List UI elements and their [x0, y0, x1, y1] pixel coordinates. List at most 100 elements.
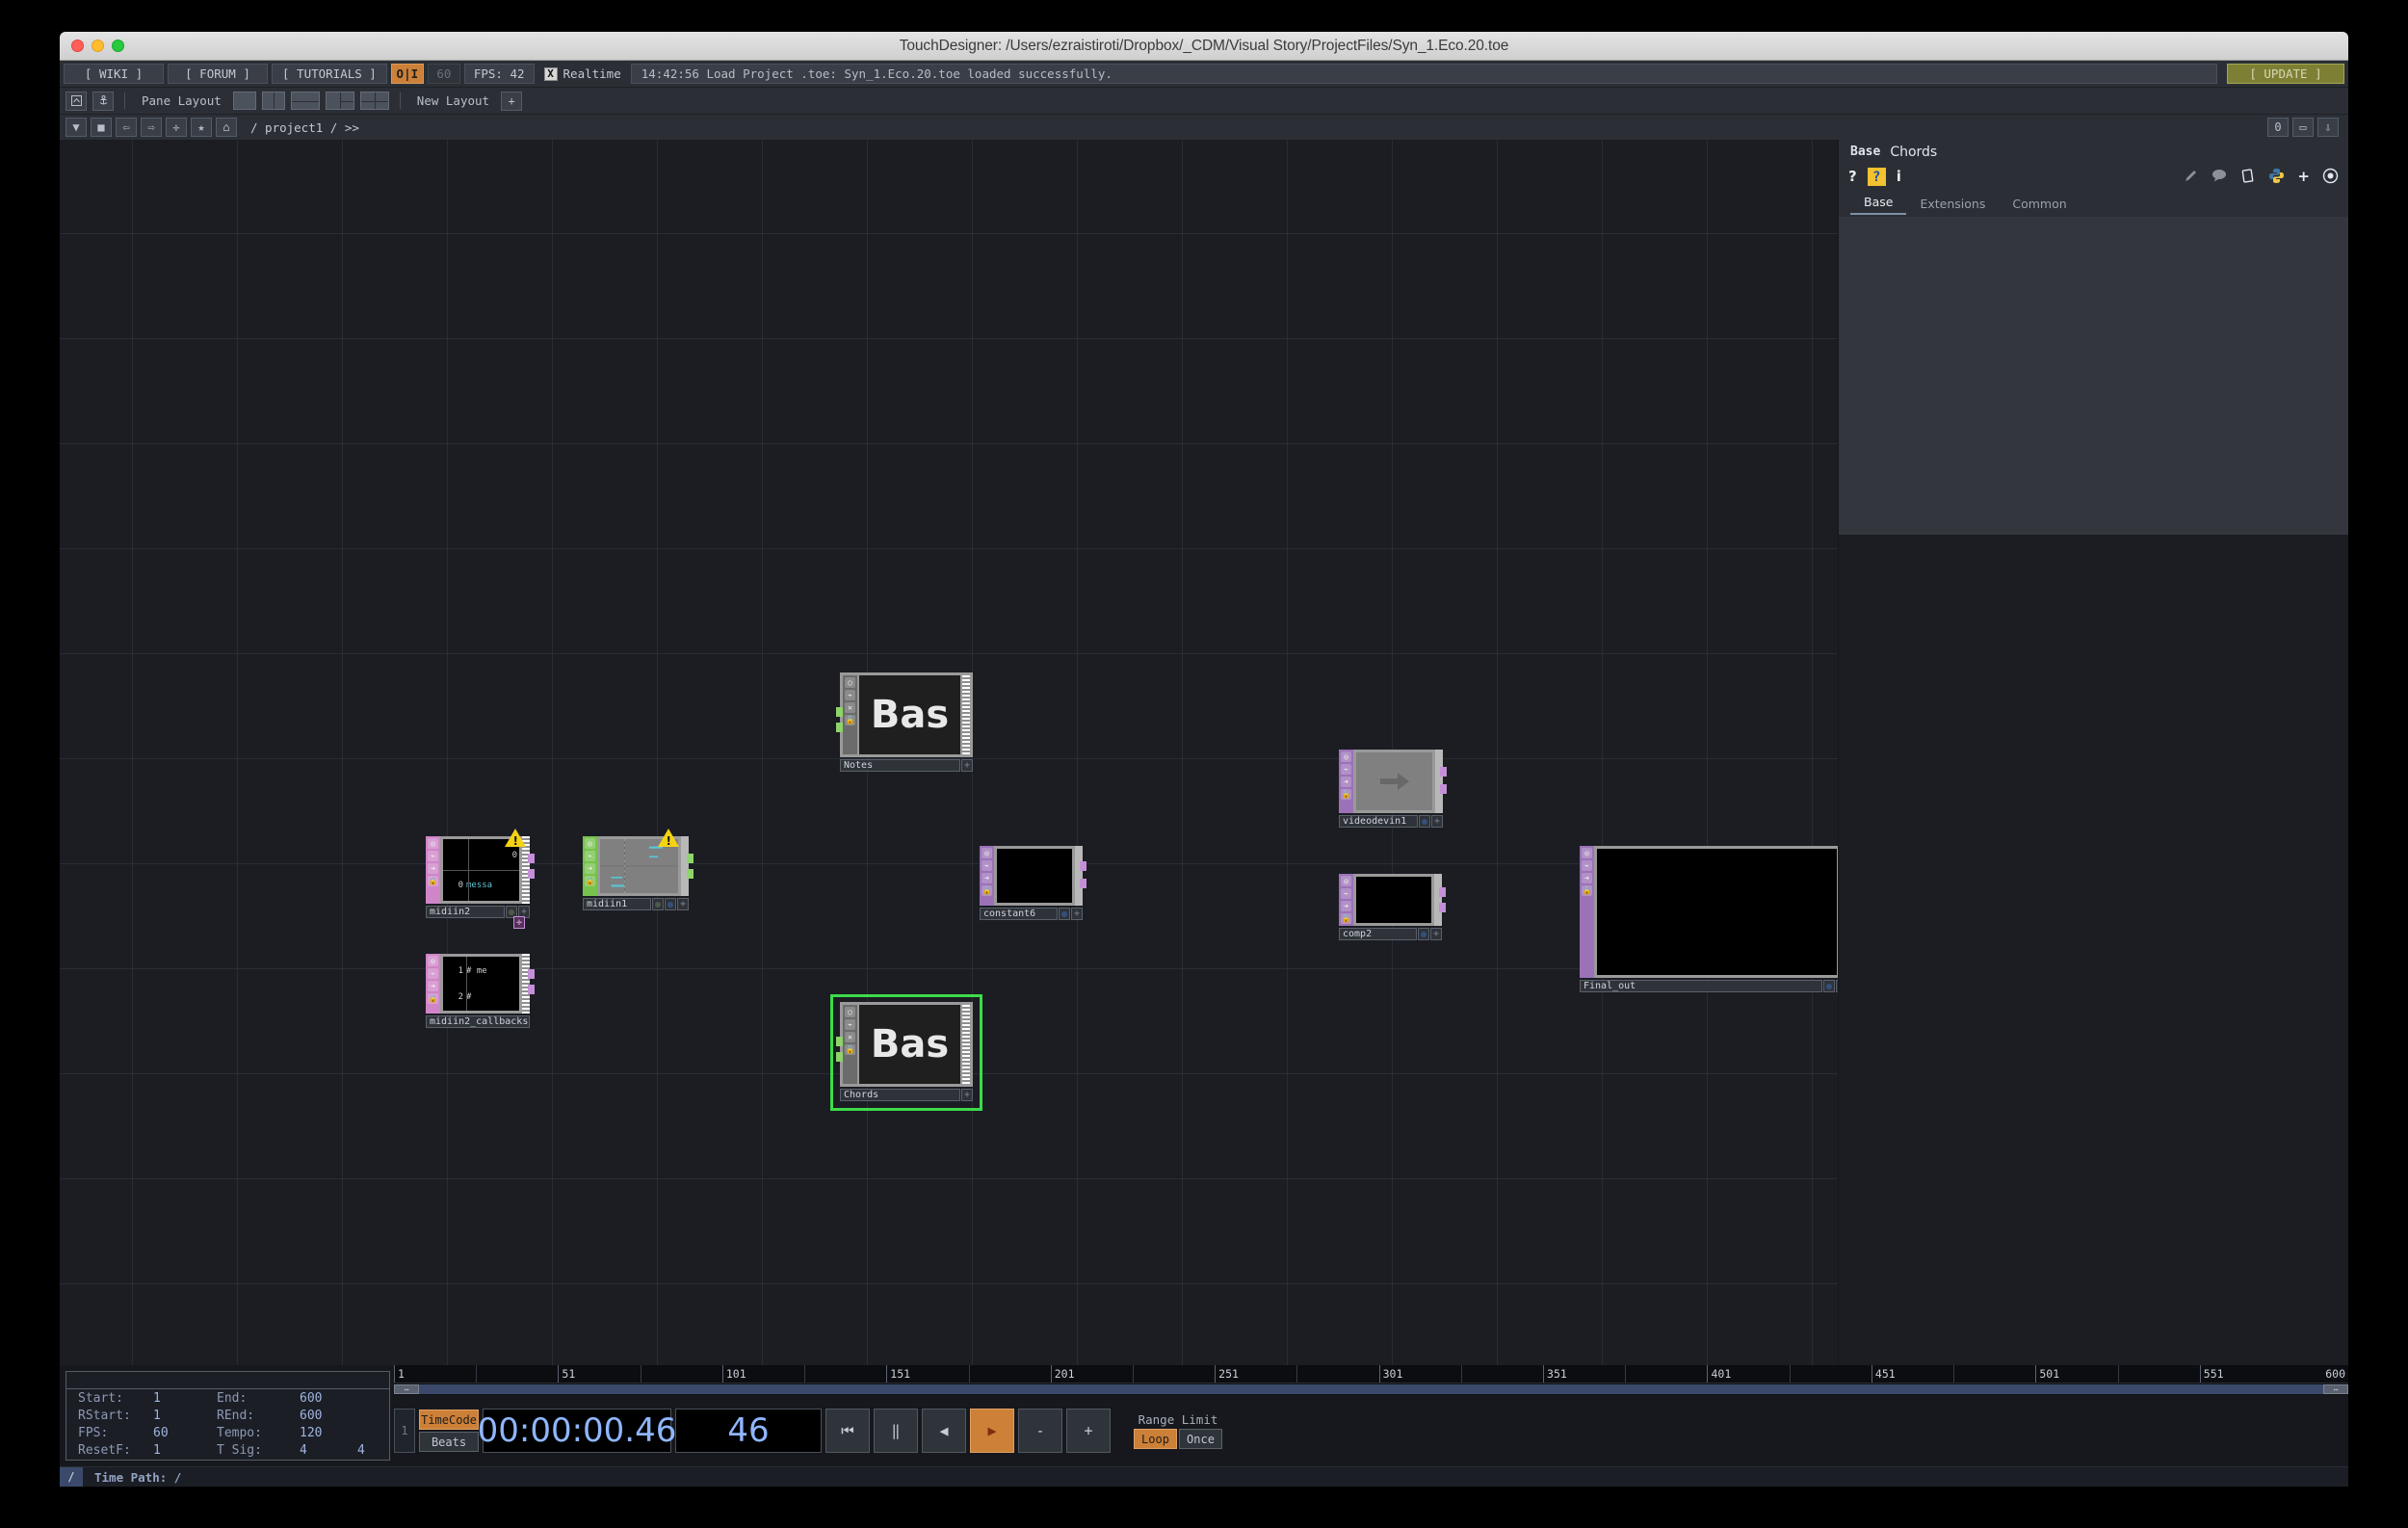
node-expand-flag[interactable]: + — [961, 759, 973, 772]
node-input-connector[interactable] — [836, 1052, 843, 1062]
node-flag-rail[interactable]: ◎ ⌁ ➜ 🔒 — [1580, 846, 1594, 978]
node-output-connector[interactable] — [528, 969, 535, 979]
info-icon[interactable]: i — [1897, 170, 1901, 184]
viewer-flag-icon[interactable]: ◎ — [1341, 751, 1351, 762]
node-output-connector[interactable] — [687, 869, 694, 879]
add-operator-icon[interactable]: ✛ — [166, 118, 187, 137]
tempo-value[interactable]: 120 — [300, 1426, 357, 1440]
home-icon[interactable]: ⌂ — [216, 118, 237, 137]
node-expand-flag[interactable]: + — [961, 1089, 973, 1101]
lock-flag-icon[interactable]: 🔒 — [585, 876, 595, 886]
node-comp2[interactable]: ◎ ⌁ ➜ 🔒 comp2 + — [1339, 874, 1442, 940]
breadcrumb[interactable]: / project1 / >> — [250, 120, 359, 135]
timeline-scrollbar[interactable]: ⋯ ⋯ — [394, 1383, 2348, 1395]
node-collapse-handle[interactable]: ✛ — [513, 916, 525, 929]
viewer-flag-icon[interactable]: ◎ — [982, 848, 992, 858]
tab-common[interactable]: Common — [1999, 194, 2080, 215]
timeline-ruler[interactable]: 1 51 101 151 201 251 301 351 401 — [394, 1365, 2348, 1383]
tab-base[interactable]: Base — [1850, 192, 1906, 215]
maximize-window-button[interactable] — [112, 40, 124, 52]
bypass-flag-icon[interactable]: ⌁ — [1341, 888, 1351, 899]
beats-mode-button[interactable]: Beats — [419, 1432, 479, 1452]
comment-icon[interactable] — [2212, 169, 2228, 185]
lock-flag-icon[interactable]: 🔒 — [1341, 913, 1351, 924]
loop-button[interactable]: Loop — [1134, 1429, 1177, 1449]
rstart-value[interactable]: 1 — [153, 1409, 217, 1423]
node-flag-rail[interactable]: ○ ⌁ ✕ 🔒 — [843, 675, 857, 754]
node-expand-flag[interactable]: + — [1430, 928, 1442, 940]
edit-pencil-icon[interactable] — [2183, 168, 2199, 187]
node-expand-flag[interactable]: + — [677, 898, 689, 910]
node-midiin2[interactable]: ◎ ⌁ ➜ 🔒 0 — [426, 836, 530, 918]
realtime-checkbox[interactable]: X — [544, 67, 558, 81]
node-label[interactable]: midiin2 — [426, 906, 505, 918]
target-fps-field[interactable]: 60 — [428, 64, 460, 84]
lock-flag-icon[interactable]: 🔒 — [1341, 789, 1351, 800]
node-flag-rail[interactable]: ○ ⌁ ✕ 🔒 — [843, 1005, 857, 1084]
bookmark-star-icon[interactable]: ★ — [191, 118, 212, 137]
op-help-icon[interactable]: ? — [1868, 168, 1886, 186]
fps-value[interactable]: 60 — [153, 1426, 217, 1440]
node-label[interactable]: midiin2_callbacks — [426, 1015, 530, 1028]
lock-flag-icon[interactable]: 🔒 — [1582, 885, 1592, 896]
window-placement-icon[interactable] — [65, 92, 87, 111]
node-render-flag[interactable] — [1059, 908, 1070, 920]
viewer-flag-icon[interactable]: ◎ — [428, 956, 438, 966]
frame-display[interactable]: 46 — [675, 1409, 822, 1453]
lock-flag-icon[interactable]: 🔒 — [982, 885, 992, 896]
decrement-frame-button[interactable]: - — [1018, 1409, 1062, 1453]
lock-flag-icon[interactable]: 🔒 — [845, 715, 855, 725]
perform-toggle-button[interactable]: O|I — [391, 64, 424, 84]
minimize-window-button[interactable] — [92, 40, 104, 52]
node-input-connector[interactable] — [836, 723, 843, 732]
target-icon[interactable] — [2322, 168, 2339, 187]
clone-flag-icon[interactable]: ➜ — [1582, 873, 1592, 883]
clone-flag-icon[interactable]: ➜ — [585, 863, 595, 874]
realtime-toggle[interactable]: X Realtime — [544, 66, 621, 81]
node-render-flag[interactable] — [1418, 928, 1429, 940]
node-output-connector[interactable] — [1439, 903, 1446, 912]
pause-button[interactable]: ‖ — [874, 1409, 918, 1453]
collapse-down-icon[interactable]: ⇩ — [2317, 118, 2339, 137]
bypass-flag-icon[interactable]: ⌁ — [982, 860, 992, 871]
node-render-flag[interactable] — [1419, 815, 1430, 828]
bypass-flag-icon[interactable]: ⌁ — [845, 690, 855, 700]
layout-preset-single[interactable] — [233, 92, 256, 110]
end-value[interactable]: 600 — [300, 1391, 357, 1406]
tsig-value-1[interactable]: 4 — [300, 1443, 357, 1458]
clipboard-icon[interactable] — [2240, 168, 2256, 187]
node-clone-flag[interactable] — [665, 898, 676, 910]
node-input-connector[interactable] — [836, 707, 843, 717]
bypass-flag-icon[interactable]: ⌁ — [1582, 860, 1592, 871]
start-value[interactable]: 1 — [153, 1391, 217, 1406]
scrollbar-right-grip[interactable]: ⋯ — [2323, 1384, 2348, 1394]
bypass-flag-icon[interactable]: ⌁ — [428, 968, 438, 979]
clone-flag-icon[interactable]: ➜ — [982, 873, 992, 883]
new-layout-add-button[interactable]: + — [501, 92, 522, 111]
update-button[interactable]: [ UPDATE ] — [2227, 64, 2344, 84]
stop-square-icon[interactable]: ■ — [91, 118, 112, 137]
clone-flag-icon[interactable]: ➜ — [1341, 777, 1351, 787]
rewind-to-start-button[interactable]: ⏮ — [825, 1409, 870, 1453]
clone-flag-icon[interactable]: ➜ — [1341, 901, 1351, 911]
viewer-flag-icon[interactable]: ◎ — [585, 838, 595, 849]
time-path-root-icon[interactable]: / — [60, 1467, 83, 1487]
node-final-out[interactable]: ◎ ⌁ ➜ 🔒 Final_out + — [1580, 846, 1838, 992]
node-constant6[interactable]: ◎ ⌁ ➜ 🔒 constant6 + — [980, 846, 1083, 920]
tab-extensions[interactable]: Extensions — [1906, 194, 1999, 215]
once-button[interactable]: Once — [1179, 1429, 1222, 1449]
bypass-flag-icon[interactable]: ⌁ — [428, 851, 438, 861]
node-midiin1[interactable]: ◎ ⌁ ➜ 🔒 — [583, 836, 689, 910]
timecode-display[interactable]: 00:00:00.46 — [483, 1409, 671, 1453]
node-label[interactable]: videodevin1 — [1339, 815, 1418, 828]
node-label[interactable]: Notes — [840, 759, 960, 772]
network-index-field[interactable]: 0 — [2267, 118, 2289, 137]
node-output-connector[interactable] — [528, 869, 535, 879]
python-icon[interactable] — [2268, 168, 2285, 187]
node-label[interactable]: constant6 — [980, 908, 1058, 920]
lock-flag-icon[interactable]: 🔒 — [845, 1044, 855, 1055]
clone-flag-icon[interactable]: ➜ — [428, 863, 438, 874]
layout-preset-two-vertical[interactable] — [262, 92, 285, 110]
node-label[interactable]: Chords — [840, 1089, 960, 1101]
node-chords[interactable]: ○ ⌁ ✕ 🔒 Bas Chords + — [840, 1002, 973, 1101]
